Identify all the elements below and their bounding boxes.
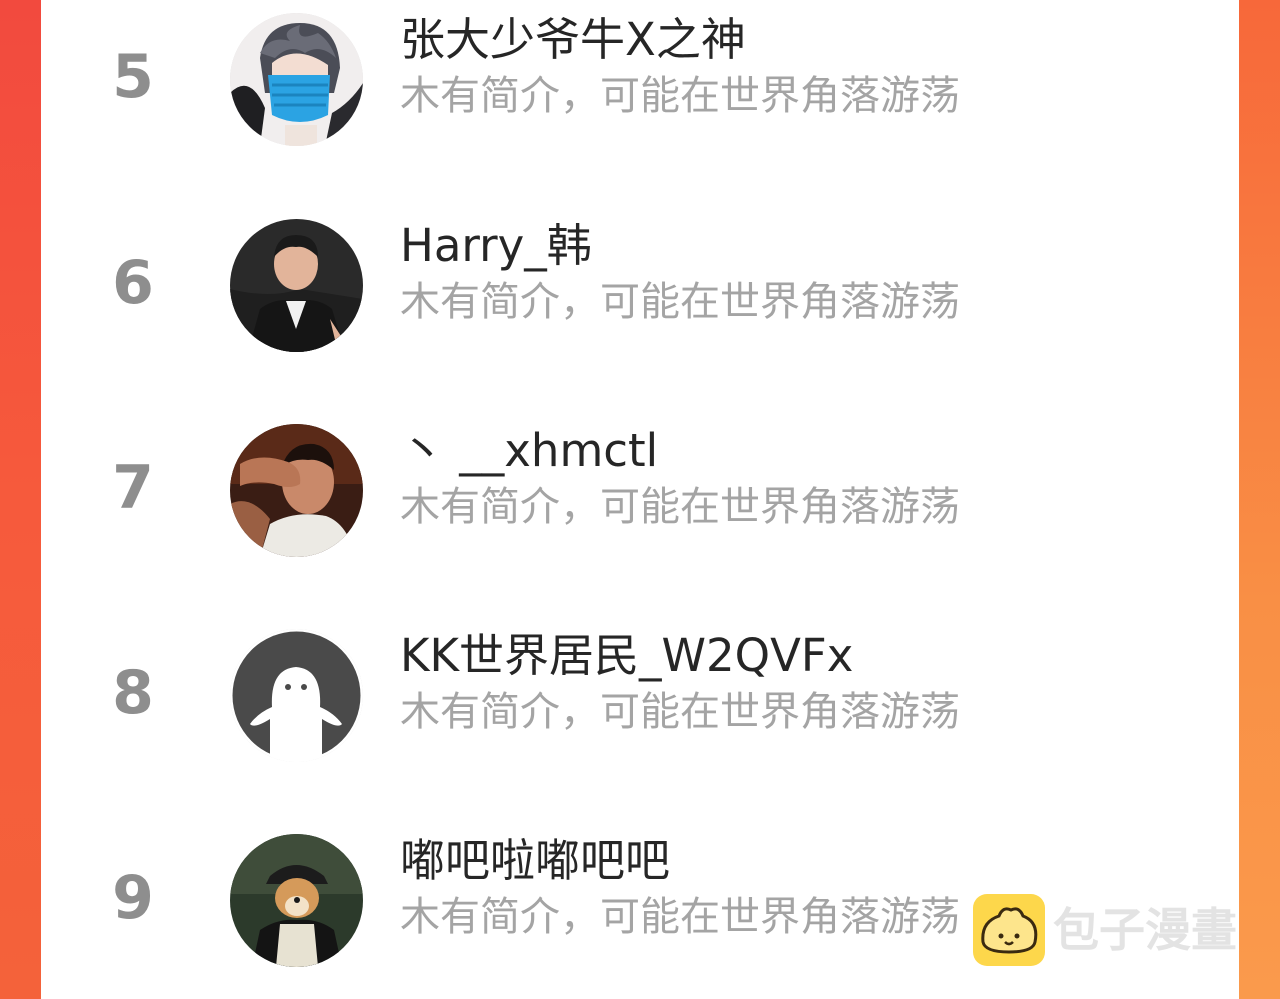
user-name[interactable]: Harry_韩 <box>400 218 592 274</box>
user-bio: 木有简介，可能在世界角落游荡 <box>400 894 960 940</box>
user-name[interactable]: 嘟吧啦嘟吧吧 <box>400 833 670 889</box>
ranking-row[interactable]: 5 张大少爷牛X之神 木有简介，可能在世界角落游荡 <box>41 0 1239 150</box>
user-name[interactable]: KK世界居民_W2QVFx <box>400 628 853 684</box>
anime-masked-boy-avatar[interactable] <box>230 13 363 146</box>
rank-number: 6 <box>112 248 154 318</box>
man-covering-face-avatar[interactable] <box>230 424 363 557</box>
ranking-list: 5 张大少爷牛X之神 木有简介，可能在世界角落游荡 6 Harry_韩 木有简介… <box>41 0 1239 999</box>
user-name[interactable]: 丶 __xhmctl <box>400 423 658 479</box>
user-name[interactable]: 张大少爷牛X之神 <box>400 12 746 68</box>
ranking-row[interactable]: 8 KK世界居民_W2QVFx 木有简介，可能在世界角落游荡 <box>41 616 1239 766</box>
shiba-dog-in-cap-avatar[interactable] <box>230 834 363 967</box>
user-bio: 木有简介，可能在世界角落游荡 <box>400 484 960 530</box>
user-bio: 木有简介，可能在世界角落游荡 <box>400 279 960 325</box>
background-right-edge <box>1239 0 1280 999</box>
default-ghost-avatar[interactable] <box>230 629 363 762</box>
watermark-text: 包子漫畫 <box>1053 903 1237 957</box>
ranking-row[interactable]: 6 Harry_韩 木有简介，可能在世界角落游荡 <box>41 206 1239 356</box>
rank-number: 7 <box>112 453 154 523</box>
user-bio: 木有简介，可能在世界角落游荡 <box>400 73 960 119</box>
watermark: 包子漫畫 <box>973 894 1263 966</box>
bun-mascot-icon <box>973 894 1045 966</box>
ranking-row[interactable]: 7 丶 __xhmctl 木有简介，可能在世界角落游荡 <box>41 411 1239 561</box>
rank-number: 5 <box>112 42 154 112</box>
man-in-suit-avatar[interactable] <box>230 219 363 352</box>
user-bio: 木有简介，可能在世界角落游荡 <box>400 689 960 735</box>
rank-number: 8 <box>112 658 154 728</box>
rank-number: 9 <box>112 863 154 933</box>
